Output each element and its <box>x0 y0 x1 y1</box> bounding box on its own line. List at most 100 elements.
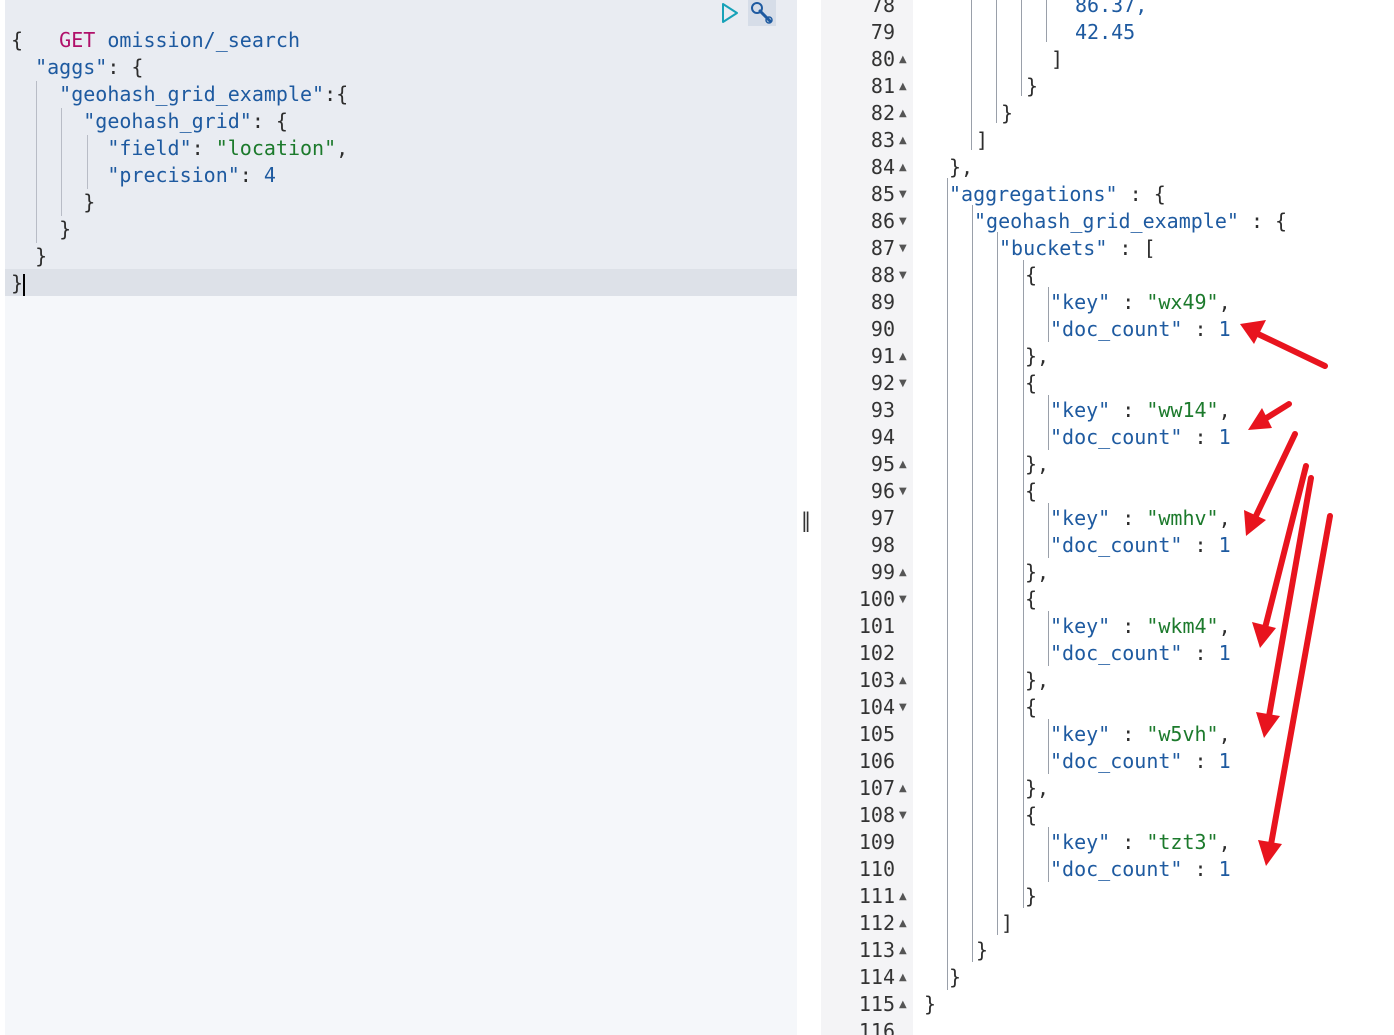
response-line: "doc_count" : 1 <box>1050 317 1231 341</box>
request-body-line[interactable]: } <box>11 216 71 243</box>
response-line: } <box>949 965 962 989</box>
line-number: 93 <box>870 398 895 422</box>
response-line: 42.45 <box>1075 20 1136 44</box>
fold-down-icon[interactable]: ▼ <box>899 694 909 721</box>
line-number: 98 <box>870 533 895 557</box>
fold-down-icon[interactable]: ▼ <box>899 208 909 235</box>
wrench-icon <box>751 2 773 24</box>
text-caret <box>23 273 26 296</box>
fold-up-icon[interactable]: ▲ <box>899 910 909 937</box>
response-line: 86.37, <box>1075 0 1148 17</box>
response-line: "doc_count" : 1 <box>1050 425 1231 449</box>
response-line: } <box>976 938 989 962</box>
fold-up-icon[interactable]: ▲ <box>899 559 909 586</box>
indent-guide <box>1048 719 1049 774</box>
line-number: 89 <box>870 290 895 314</box>
fold-down-icon[interactable]: ▼ <box>899 262 909 289</box>
line-number: 112 <box>858 911 895 935</box>
indent-guide <box>971 0 972 150</box>
fold-up-icon[interactable]: ▲ <box>899 100 909 127</box>
settings-wrench-button[interactable] <box>748 0 776 26</box>
line-number: 80 <box>870 47 895 71</box>
response-line: } <box>1025 884 1038 908</box>
response-line: { <box>1025 803 1038 827</box>
response-line: "key" : "w5vh", <box>1050 722 1231 746</box>
line-number: 105 <box>858 722 895 746</box>
indent-guide <box>972 205 973 962</box>
fold-down-icon[interactable]: ▼ <box>899 478 909 505</box>
request-body-line[interactable]: { <box>11 27 23 54</box>
fold-up-icon[interactable]: ▲ <box>899 127 909 154</box>
line-number: 94 <box>870 425 895 449</box>
response-viewer[interactable]: 78 86.37, 79 42.45 80 ▲] 81 ▲} 82 ▲} 83 ▲] 84 ▲}, 85 ▼ "… <box>821 0 1394 1035</box>
line-number: 113 <box>858 938 895 962</box>
indent-guide <box>1021 0 1022 96</box>
response-line: }, <box>949 155 974 179</box>
indent-guide <box>1048 827 1049 882</box>
fold-down-icon[interactable]: ▼ <box>899 181 909 208</box>
fold-up-icon[interactable]: ▲ <box>899 991 909 1018</box>
response-line: "doc_count" : 1 <box>1050 857 1231 881</box>
fold-down-icon[interactable]: ▼ <box>899 586 909 613</box>
fold-up-icon[interactable]: ▲ <box>899 343 909 370</box>
line-number: 95 <box>870 452 895 476</box>
active-line-highlight <box>5 269 797 296</box>
fold-down-icon[interactable]: ▼ <box>899 370 909 397</box>
response-line: } <box>924 992 937 1016</box>
line-number: 87 <box>870 236 895 260</box>
fold-down-icon[interactable]: ▼ <box>899 235 909 262</box>
line-number: 92 <box>870 371 895 395</box>
line-number: 111 <box>858 884 895 908</box>
response-line: { <box>1025 263 1038 287</box>
line-number: 81 <box>870 74 895 98</box>
response-line: }, <box>1025 668 1050 692</box>
line-number: 86 <box>870 209 895 233</box>
response-line: } <box>1026 74 1039 98</box>
fold-up-icon[interactable]: ▲ <box>899 154 909 181</box>
run-request-button[interactable] <box>718 0 742 26</box>
request-line-method[interactable]: GET omission/_search <box>11 0 300 52</box>
splitter-grip-icon[interactable]: ‖ <box>801 508 811 532</box>
fold-up-icon[interactable]: ▲ <box>899 73 909 100</box>
line-number: 78 <box>870 0 895 17</box>
line-number: 110 <box>858 857 895 881</box>
response-line: }, <box>1025 560 1050 584</box>
response-line: }, <box>1025 776 1050 800</box>
line-number: 101 <box>858 614 895 638</box>
play-icon <box>722 3 738 23</box>
line-number: 106 <box>858 749 895 773</box>
fold-up-icon[interactable]: ▲ <box>899 775 909 802</box>
response-line: "key" : "wkm4", <box>1050 614 1231 638</box>
response-line: } <box>1001 101 1014 125</box>
line-number: 103 <box>858 668 895 692</box>
response-line: ] <box>976 128 989 152</box>
line-number: 107 <box>858 776 895 800</box>
request-body-line[interactable]: "geohash_grid_example":{ <box>11 81 348 108</box>
response-line: { <box>1025 479 1038 503</box>
indent-guide <box>1048 395 1049 450</box>
request-body-line[interactable]: "geohash_grid": { <box>11 108 288 135</box>
fold-up-icon[interactable]: ▲ <box>899 883 909 910</box>
response-line: "key" : "ww14", <box>1050 398 1231 422</box>
fold-up-icon[interactable]: ▲ <box>899 667 909 694</box>
line-number: 97 <box>870 506 895 530</box>
request-body-line[interactable]: "field": "location", <box>11 135 348 162</box>
line-number: 90 <box>870 317 895 341</box>
line-number: 82 <box>870 101 895 125</box>
line-number: 100 <box>858 587 895 611</box>
line-number: 116 <box>858 1019 895 1035</box>
line-number: 108 <box>858 803 895 827</box>
fold-down-icon[interactable]: ▼ <box>899 802 909 829</box>
fold-up-icon[interactable]: ▲ <box>899 964 909 991</box>
request-body-line[interactable]: } <box>11 243 47 270</box>
request-body-line[interactable]: } <box>11 270 26 297</box>
request-body-line[interactable]: } <box>11 189 95 216</box>
indent-guide <box>947 178 948 990</box>
request-body-line[interactable]: "precision": 4 <box>11 162 276 189</box>
request-body-line[interactable]: "aggs": { <box>11 54 143 81</box>
fold-up-icon[interactable]: ▲ <box>899 46 909 73</box>
line-number: 83 <box>870 128 895 152</box>
request-editor[interactable]: GET omission/_search { "aggs": { "geohas… <box>5 0 797 1035</box>
fold-up-icon[interactable]: ▲ <box>899 937 909 964</box>
fold-up-icon[interactable]: ▲ <box>899 451 909 478</box>
